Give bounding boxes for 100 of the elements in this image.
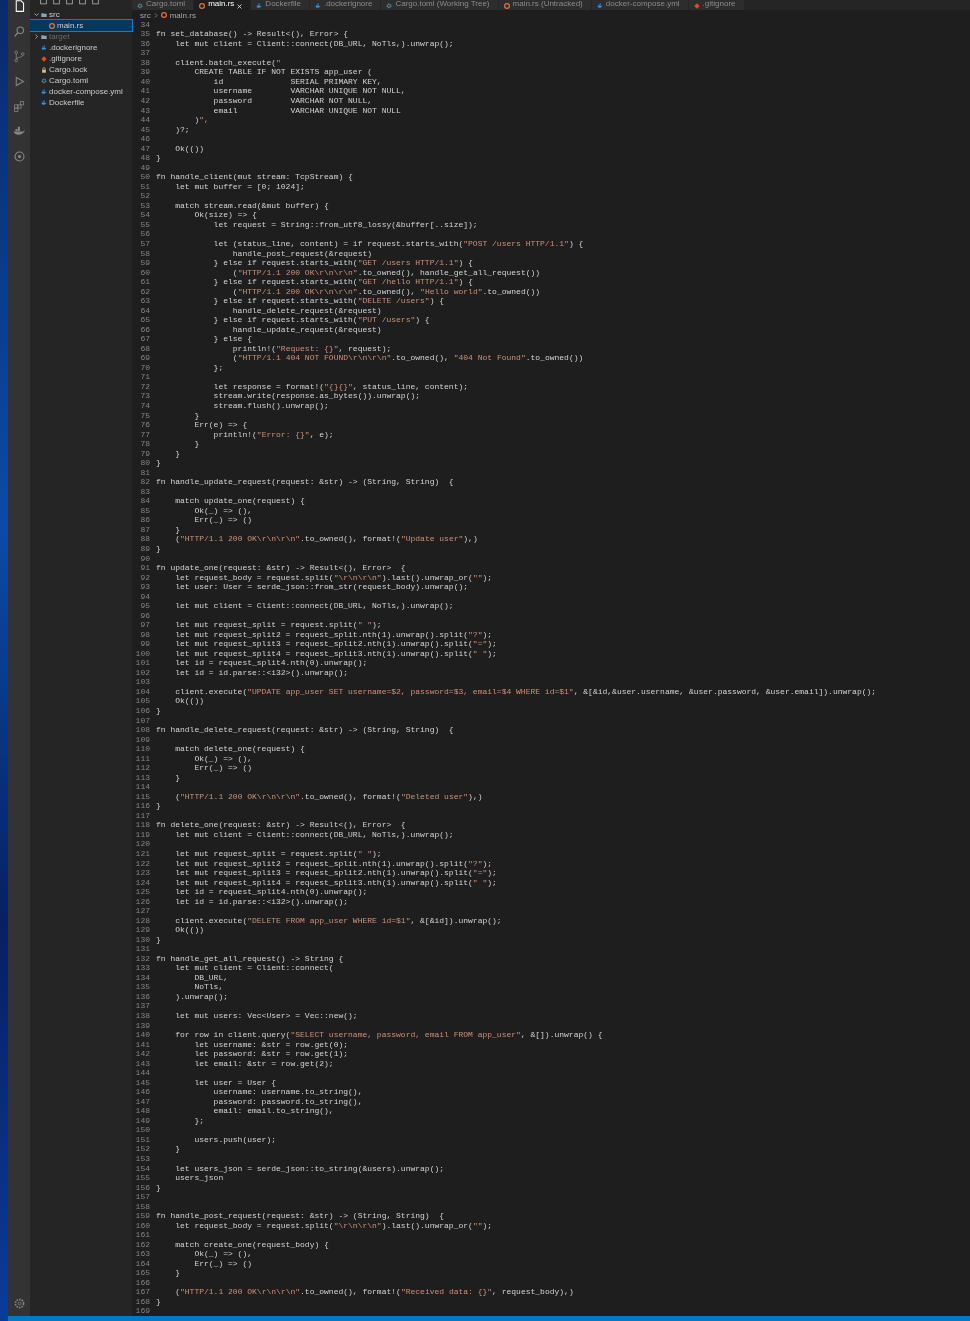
line-number: 88	[139, 534, 151, 544]
code-line: match stream.read(&mut buffer) {	[174, 200, 329, 211]
code-line: let mut request_split4 = request_split3.nth(1).unwrap().split(" ");	[174, 648, 497, 659]
chevron-icon	[34, 12, 39, 17]
file-item[interactable]: Cargo.toml	[30, 75, 132, 86]
lock-icon	[41, 66, 47, 73]
line-number: 70	[139, 362, 151, 373]
chevron-icon	[34, 34, 39, 39]
code-line: }	[174, 1144, 180, 1154]
line-number: 45	[139, 124, 151, 135]
line-number: 134	[134, 972, 151, 983]
line-number: 165	[134, 1268, 151, 1278]
diamond-icon	[693, 3, 700, 10]
whale-icon	[596, 3, 603, 10]
folder-icon	[41, 11, 47, 18]
code-line: )",	[193, 115, 209, 125]
whale-icon[interactable]	[12, 125, 26, 138]
file-item[interactable]: .dockerignore	[30, 42, 132, 53]
gear-icon	[41, 77, 47, 84]
code-line: client.batch_execute("	[174, 57, 281, 68]
line-number: 153	[134, 1153, 151, 1164]
line-number: 51	[139, 181, 151, 192]
code-line: handle_update_request(&request)	[231, 324, 382, 335]
code-line: } else if request.starts_with("DELETE /users") {	[212, 296, 445, 306]
code-line: }	[174, 524, 180, 535]
editor-tab[interactable]: Cargo.toml (Working Tree)	[381, 0, 499, 11]
line-number: 57	[139, 238, 151, 249]
line-number: 112	[134, 763, 151, 773]
extensions-icon[interactable]	[12, 100, 26, 113]
code-line: email VARCHAR UNIQUE NOT NULL	[212, 105, 401, 116]
line-number: 40	[139, 76, 151, 87]
code-line: Ok(size) => {	[193, 210, 257, 220]
code-line: let id = request_split4.nth(0).unwrap();	[174, 658, 368, 668]
line-number: 80	[139, 458, 151, 468]
editor-tab[interactable]: .gitignore	[688, 0, 745, 11]
folder-icon	[41, 33, 47, 40]
line-number: 117	[134, 810, 151, 821]
line-number: 166	[134, 1277, 151, 1288]
code-line: Ok(())	[174, 696, 204, 706]
code-line: }	[156, 1296, 161, 1307]
line-number: 113	[134, 772, 151, 783]
folder-item[interactable]: src	[30, 9, 132, 20]
line-number: 82	[139, 477, 151, 487]
line-number: 90	[139, 553, 151, 564]
file-item[interactable]: .gitignore	[30, 53, 132, 64]
code-line: }	[193, 410, 200, 421]
line-number: 58	[139, 248, 151, 259]
breadcrumb-item[interactable]: src	[140, 10, 151, 20]
code-line: let mut buffer = [0; 1024];	[174, 181, 305, 192]
line-number: 110	[134, 744, 151, 754]
line-number: 92	[139, 572, 151, 583]
code-line: username VARCHAR UNIQUE NOT NULL,	[212, 86, 406, 96]
whale-icon	[314, 3, 321, 10]
line-number: 106	[134, 706, 151, 716]
code-line: }	[156, 153, 161, 163]
close-icon[interactable]	[237, 4, 243, 10]
code-line: let email: &str = row.get(2);	[193, 1058, 334, 1069]
line-number: 163	[134, 1249, 151, 1259]
line-number: 62	[139, 286, 151, 297]
line-number: 142	[134, 1049, 151, 1059]
file-item[interactable]: docker-compose.yml	[30, 86, 132, 97]
branch-icon[interactable]	[12, 50, 26, 63]
line-number: 150	[134, 1125, 151, 1135]
code-line: let user = User {	[193, 1077, 277, 1088]
code-line: let request_body = request.split("\r\n\r\n").last().unwrap_or("");	[174, 1220, 493, 1231]
settings-icon[interactable]	[12, 1297, 26, 1310]
line-number: 124	[134, 877, 151, 888]
line-number: 93	[139, 582, 151, 592]
editor-tab[interactable]: main.rs (Untracked)	[498, 0, 592, 11]
editor-tab[interactable]: Cargo.toml	[132, 0, 195, 11]
line-number: 138	[134, 1011, 151, 1021]
code-line: }	[156, 706, 161, 716]
line-number: 67	[139, 334, 151, 344]
file-item[interactable]: Dockerfile	[30, 97, 132, 108]
line-number: 44	[139, 115, 151, 125]
editor-tab[interactable]: Dockerfile	[251, 0, 310, 11]
editor-tab[interactable]: main.rs	[194, 0, 252, 11]
code-line: let mut request_split = request.split(" ");	[174, 620, 382, 630]
line-number: 105	[134, 696, 151, 706]
line-number: 111	[134, 753, 151, 764]
whale-icon	[41, 44, 47, 51]
breadcrumb-item[interactable]: main.rs	[169, 10, 196, 20]
rust-file-icon	[49, 22, 55, 29]
code-line: Ok(_) => (),	[193, 505, 252, 516]
code-line: ("HTTP/1.1 404 NOT FOUND\r\n\r\n".to_owned(), "404 Not Found".to_owned())	[231, 353, 584, 363]
editor-tab[interactable]: docker-compose.yml	[591, 0, 689, 11]
line-number: 107	[134, 715, 151, 726]
circle-icon[interactable]	[12, 150, 26, 163]
search-icon[interactable]	[12, 25, 26, 38]
line-number: 127	[134, 906, 151, 916]
line-number: 72	[139, 381, 151, 392]
code-line: Err(_) => ()	[193, 763, 252, 773]
file-item[interactable]: Cargo.lock	[30, 64, 132, 75]
line-number: 154	[134, 1163, 151, 1174]
code-line: fn handle_get_all_request() -> String {	[156, 953, 344, 964]
code-line: Err(_) => ()	[193, 515, 252, 525]
line-number: 50	[139, 172, 151, 182]
code-line: id SERIAL PRIMARY KEY,	[212, 76, 382, 87]
file-item[interactable]: main.rs	[30, 20, 132, 31]
editor-tab[interactable]: .dockerignore	[309, 0, 382, 11]
